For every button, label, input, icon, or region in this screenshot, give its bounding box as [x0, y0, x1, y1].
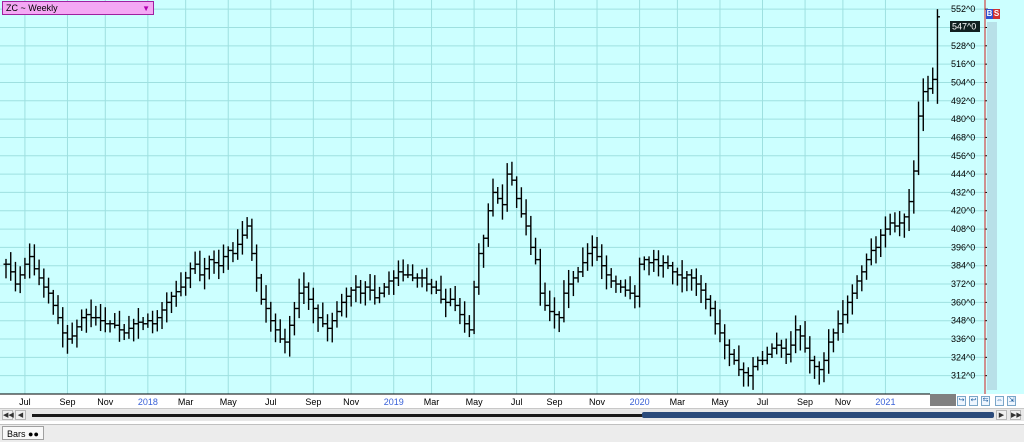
- zoom-in-icon[interactable]: ↩: [969, 396, 978, 406]
- fit-icon[interactable]: ⇲: [1007, 396, 1016, 406]
- x-axis-end-box: [930, 394, 956, 406]
- price-scale-strip: [987, 22, 997, 390]
- expand-icon[interactable]: ⇔: [995, 396, 1004, 406]
- x-tick-label: Jul: [757, 397, 769, 407]
- y-tick-label: 552^0: [951, 4, 975, 14]
- y-tick-label: 480^0: [951, 114, 975, 124]
- x-tick-label: 2020: [630, 397, 650, 407]
- y-tick-label: 336^0: [951, 334, 975, 344]
- y-tick-label: 312^0: [951, 371, 975, 381]
- scroll-left-icon[interactable]: ◀: [15, 410, 26, 420]
- x-tick-label: Jul: [265, 397, 277, 407]
- x-tick-label: Jul: [19, 397, 31, 407]
- last-price-label: 547^0: [952, 22, 976, 32]
- y-tick-label: 396^0: [951, 242, 975, 252]
- bars-tab[interactable]: Bars ●●: [2, 426, 44, 440]
- x-tick-label: 2021: [875, 397, 895, 407]
- x-axis: Jul Sep Nov 2018 Mar May Jul Sep Nov 2019 Mar May Ju…: [0, 393, 930, 407]
- x-tick-label: Mar: [424, 397, 440, 407]
- horizontal-scrollbar[interactable]: ◀◀ ◀ ▶ ▶▶: [0, 408, 1024, 421]
- compress-icon[interactable]: ⇆: [981, 396, 990, 406]
- buy-button[interactable]: B: [986, 9, 993, 19]
- x-tick-label: May: [220, 397, 238, 407]
- symbol-label: ZC ~ Weekly: [6, 3, 58, 13]
- x-tick-label: Mar: [670, 397, 686, 407]
- bars-tab-label: Bars: [7, 429, 26, 439]
- x-tick-label: Nov: [97, 397, 114, 407]
- x-tick-label: May: [711, 397, 729, 407]
- x-tick-label: Mar: [178, 397, 194, 407]
- scroll-thumb[interactable]: [642, 412, 994, 418]
- y-tick-label: 408^0: [951, 224, 975, 234]
- y-tick-label: 492^0: [951, 96, 975, 106]
- price-chart: 312^0 324^0 336^0 348^0 360^0 372^0 384^0 396^0…: [0, 0, 1024, 407]
- y-tick-label: 348^0: [951, 316, 975, 326]
- y-tick-label: 432^0: [951, 187, 975, 197]
- sell-button[interactable]: S: [993, 9, 1000, 19]
- x-tick-label: Nov: [343, 397, 360, 407]
- scroll-start-icon[interactable]: ◀◀: [2, 410, 14, 420]
- x-tick-label: Sep: [797, 397, 813, 407]
- y-tick-label: 444^0: [951, 169, 975, 179]
- status-bar: Bars ●●: [0, 424, 1024, 442]
- x-tick-label: Sep: [546, 397, 562, 407]
- y-tick-label: 420^0: [951, 206, 975, 216]
- y-tick-label: 372^0: [951, 279, 975, 289]
- y-tick-label: 468^0: [951, 132, 975, 142]
- x-tick-label: Sep: [59, 397, 75, 407]
- y-tick-label: 516^0: [951, 59, 975, 69]
- y-tick-label: 456^0: [951, 151, 975, 161]
- link-icon: ●●: [28, 429, 39, 439]
- symbol-selector[interactable]: ZC ~ Weekly ▼: [2, 1, 154, 15]
- y-tick-label: 360^0: [951, 297, 975, 307]
- y-tick-label: 384^0: [951, 261, 975, 271]
- last-price-badge: 547^0: [950, 21, 980, 32]
- x-tick-label: Nov: [589, 397, 606, 407]
- x-tick-label: 2018: [138, 397, 158, 407]
- y-tick-label: 504^0: [951, 77, 975, 87]
- y-tick-label: 528^0: [951, 41, 975, 51]
- x-tick-label: Sep: [305, 397, 321, 407]
- x-tick-label: Jul: [511, 397, 523, 407]
- x-tick-label: 2019: [384, 397, 404, 407]
- x-tick-label: May: [466, 397, 484, 407]
- scroll-right-icon[interactable]: ▶: [996, 410, 1007, 420]
- chevron-down-icon[interactable]: ▼: [142, 3, 150, 15]
- scroll-end-icon[interactable]: ▶▶: [1010, 410, 1022, 420]
- y-tick-label: 324^0: [951, 352, 975, 362]
- zoom-out-icon[interactable]: ↪: [957, 396, 966, 406]
- x-tick-label: Nov: [835, 397, 852, 407]
